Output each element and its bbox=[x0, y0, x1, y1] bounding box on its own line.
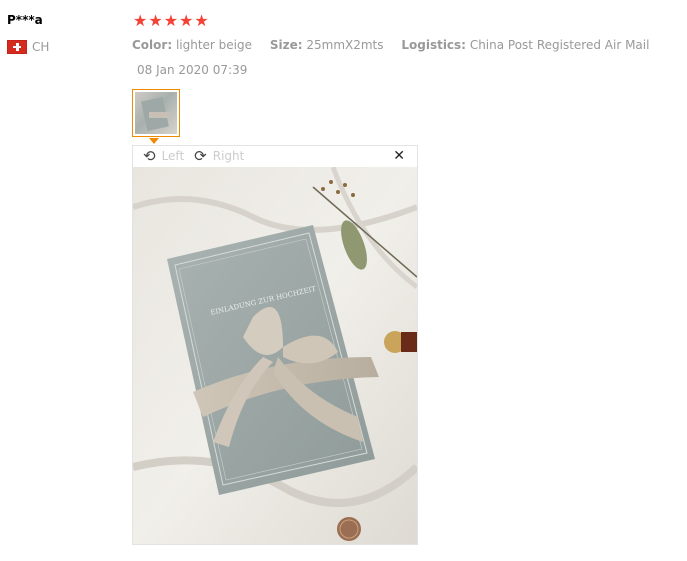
star-icon: ★ bbox=[148, 11, 163, 30]
country-code: CH bbox=[32, 40, 50, 54]
review-date: 08 Jan 2020 07:39 bbox=[137, 63, 248, 77]
review-attributes: Color: lighter beige Size: 25mmX2mts Log… bbox=[132, 38, 649, 52]
review-user-name: P***a bbox=[7, 13, 43, 27]
rotate-right-icon: ⟳ bbox=[194, 147, 207, 165]
viewer-toolbar: ⟲ Left ⟳ Right ✕ bbox=[133, 146, 417, 166]
swiss-flag-icon bbox=[7, 40, 27, 54]
star-icon: ★ bbox=[163, 11, 179, 30]
rotate-right-label: Right bbox=[212, 149, 245, 163]
star-icon: ★ bbox=[194, 11, 209, 30]
thumbnail-active-caret bbox=[149, 138, 159, 144]
color-value: lighter beige bbox=[175, 38, 253, 52]
rotate-right-button[interactable]: ⟳ Right bbox=[194, 147, 245, 165]
review-photo: EINLADUNG ZUR HOCHZEIT bbox=[133, 167, 417, 544]
rotate-left-icon: ⟲ bbox=[143, 147, 156, 165]
review-photo-thumbnail[interactable] bbox=[132, 89, 180, 137]
logistics-value: China Post Registered Air Mail bbox=[469, 38, 650, 52]
close-icon[interactable]: ✕ bbox=[393, 148, 405, 164]
size-value: 25mmX2mts bbox=[306, 38, 384, 52]
star-icon: ★ bbox=[133, 11, 148, 30]
rating-stars: ★ ★ ★ ★ ★ bbox=[133, 12, 209, 30]
star-icon: ★ bbox=[179, 11, 194, 30]
image-viewer: ⟲ Left ⟳ Right ✕ EINLADUNG ZUR HOCHZEIT bbox=[132, 145, 418, 545]
thumbnail-image bbox=[135, 92, 177, 134]
logistics-label: Logistics: bbox=[401, 38, 466, 52]
review-country: CH bbox=[7, 40, 49, 54]
color-label: Color: bbox=[132, 38, 173, 52]
rotate-left-button[interactable]: ⟲ Left bbox=[143, 147, 185, 165]
rotate-left-label: Left bbox=[161, 149, 185, 163]
size-label: Size: bbox=[269, 38, 303, 52]
